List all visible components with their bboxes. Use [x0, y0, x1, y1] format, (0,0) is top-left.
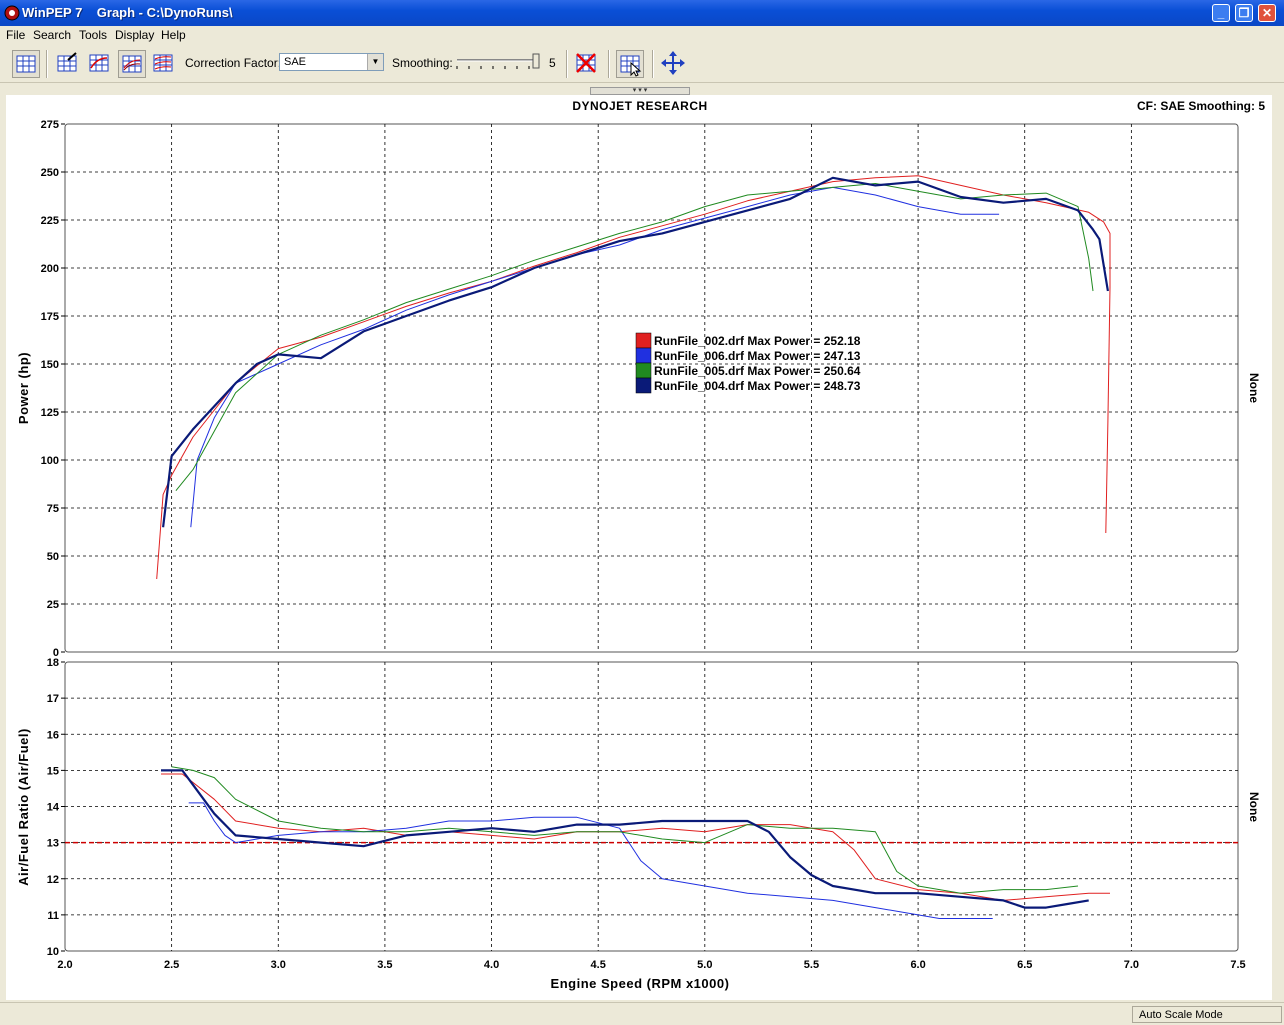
- menu-bar: File Search Tools Display Help: [0, 26, 1284, 44]
- y-tick-label: 75: [47, 503, 59, 515]
- dyno-chart: DYNOJET RESEARCH CF: SAE Smoothing: 5 2.…: [16, 99, 1265, 991]
- legend-entry: RunFile_005.drf Max Power = 250.64: [654, 364, 861, 378]
- afr-axis-label: Air/Fuel Ratio (Air/Fuel): [16, 728, 31, 886]
- x-tick-label: 7.0: [1124, 959, 1139, 971]
- open-run-button[interactable]: [54, 50, 82, 78]
- power-graph-icon: [89, 54, 109, 72]
- y-tick-label: 10: [47, 946, 59, 958]
- power-graph-button[interactable]: [86, 50, 114, 78]
- y-tick-label: 100: [41, 455, 59, 467]
- overlay-graph-icon: [122, 55, 142, 73]
- y-tick-label: 125: [41, 407, 59, 419]
- y-tick-label: 16: [47, 729, 59, 741]
- x-tick-label: 2.5: [164, 959, 179, 971]
- minimize-button[interactable]: _: [1212, 4, 1230, 22]
- legend-swatch: [635, 377, 652, 394]
- legend-swatch: [635, 362, 652, 379]
- y-tick-label: 150: [41, 359, 59, 371]
- x-tick-label: 6.5: [1017, 959, 1032, 971]
- toolbar-separator: [566, 50, 568, 78]
- vertical-scrollbar[interactable]: [1272, 95, 1284, 1000]
- x-tick-label: 6.0: [910, 959, 925, 971]
- x-tick-label: 4.5: [591, 959, 606, 971]
- x-tick-label: 3.5: [377, 959, 392, 971]
- menu-search[interactable]: Search: [33, 28, 71, 42]
- x-tick-label: 3.0: [271, 959, 286, 971]
- status-mode: Auto Scale Mode: [1139, 1009, 1223, 1021]
- status-pane: Auto Scale Mode: [1132, 1006, 1282, 1023]
- window-title: WinPEP 7 Graph - C:\DynoRuns\: [22, 5, 233, 20]
- y-tick-label: 200: [41, 263, 59, 275]
- toolbar: Correction Factor: SAE ▼ Smoothing: 5: [0, 44, 1284, 83]
- multi-graph-button[interactable]: [150, 50, 178, 78]
- status-bar: Auto Scale Mode: [0, 1002, 1284, 1025]
- slider-thumb: [532, 53, 540, 69]
- y-tick-label: 18: [47, 657, 59, 669]
- x-tick-label: 5.0: [697, 959, 712, 971]
- grid-icon: [16, 55, 36, 73]
- graph-open-icon: [57, 52, 77, 72]
- x-tick-label: 5.5: [804, 959, 819, 971]
- x-tick-label: 4.0: [484, 959, 499, 971]
- cursor-graph-icon: [620, 55, 642, 77]
- toolbar-separator: [608, 50, 610, 78]
- multi-graph-icon: [153, 54, 173, 72]
- y-tick-label: 17: [47, 693, 59, 705]
- y-tick-label: 14: [47, 802, 60, 814]
- chart-header-title: DYNOJET RESEARCH: [572, 99, 707, 113]
- clear-graph-button[interactable]: [573, 50, 601, 78]
- smoothing-label: Smoothing:: [392, 56, 453, 70]
- correction-factor-value: SAE: [284, 56, 307, 68]
- panel-collapse-handle[interactable]: ▾ ▾ ▾: [590, 87, 690, 95]
- legend-entry: RunFile_002.drf Max Power = 252.18: [654, 334, 861, 348]
- maximize-button[interactable]: ❐: [1235, 4, 1253, 22]
- smoothing-value: 5: [549, 56, 556, 70]
- cursor-select-button[interactable]: [616, 50, 644, 78]
- x-tick-label: 7.5: [1230, 959, 1245, 971]
- menu-file[interactable]: File: [6, 28, 25, 42]
- menu-display[interactable]: Display: [115, 28, 154, 42]
- x-axis-label: Engine Speed (RPM x1000): [551, 976, 730, 991]
- chart-header-info: CF: SAE Smoothing: 5: [1137, 99, 1265, 113]
- title-bar: WinPEP 7 Graph - C:\DynoRuns\ _ ❐ ✕: [0, 0, 1284, 26]
- app-logo-icon: [4, 5, 20, 21]
- y-tick-label: 250: [41, 167, 59, 179]
- close-button[interactable]: ✕: [1258, 4, 1276, 22]
- clear-graph-icon: [576, 53, 596, 73]
- power-axis-label: Power (hp): [16, 352, 31, 424]
- y-tick-label: 15: [47, 765, 59, 777]
- grid-view-button[interactable]: [12, 50, 40, 78]
- legend-swatch: [635, 332, 652, 349]
- y-tick-label: 13: [47, 838, 59, 850]
- y-tick-label: 275: [41, 119, 59, 131]
- move-arrows-icon: [661, 51, 685, 75]
- y-tick-label: 25: [47, 599, 59, 611]
- menu-tools[interactable]: Tools: [79, 28, 107, 42]
- graph-panel: DYNOJET RESEARCH CF: SAE Smoothing: 5 2.…: [6, 95, 1272, 1000]
- y-tick-label: 11: [47, 910, 59, 922]
- correction-factor-select[interactable]: SAE ▼: [279, 53, 384, 71]
- y-tick-label: 225: [41, 215, 59, 227]
- correction-factor-label: Correction Factor:: [185, 56, 282, 70]
- pan-zoom-button[interactable]: [660, 50, 688, 78]
- menu-help[interactable]: Help: [161, 28, 186, 42]
- y-tick-label: 50: [47, 551, 59, 563]
- smoothing-slider[interactable]: [455, 52, 540, 74]
- y-tick-label: 175: [41, 311, 59, 323]
- x-tick-label: 2.0: [57, 959, 72, 971]
- legend-entry: RunFile_006.drf Max Power = 247.13: [654, 349, 861, 363]
- legend-swatch: [635, 347, 652, 364]
- y-tick-label: 12: [47, 874, 59, 886]
- chevron-down-icon[interactable]: ▼: [367, 54, 383, 70]
- overlay-graph-button[interactable]: [118, 50, 146, 78]
- legend-entry: RunFile_004.drf Max Power = 248.73: [654, 379, 861, 393]
- toolbar-separator: [652, 50, 654, 78]
- toolbar-separator: [46, 50, 48, 78]
- right-axis-label-bottom: None: [1247, 792, 1261, 822]
- right-axis-label-top: None: [1247, 373, 1261, 403]
